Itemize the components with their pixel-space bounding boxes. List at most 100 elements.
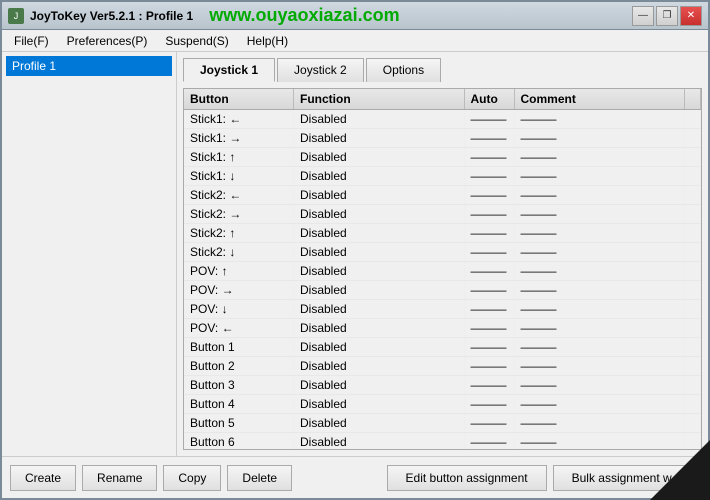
cell-button: Button 5 <box>184 414 294 432</box>
cell-button: Button 2 <box>184 357 294 375</box>
cell-function: Disabled <box>294 167 465 185</box>
cell-scroll <box>685 357 701 375</box>
table-row[interactable]: Button 3 Disabled ——— ——— <box>184 376 701 395</box>
cell-auto: ——— <box>465 186 515 204</box>
cell-auto: ——— <box>465 148 515 166</box>
bottom-right-buttons: Edit button assignmentBulk assignment w.… <box>387 465 700 491</box>
cell-function: Disabled <box>294 433 465 449</box>
bottom-bar: CreateRenameCopyDelete Edit button assig… <box>2 456 708 498</box>
cell-scroll <box>685 376 701 394</box>
tab-joystick1[interactable]: Joystick 1 <box>183 58 275 82</box>
cell-scroll <box>685 205 701 223</box>
cell-auto: ——— <box>465 433 515 449</box>
cell-button: POV: → <box>184 281 294 299</box>
table-row[interactable]: Stick2: → Disabled ——— ——— <box>184 205 701 224</box>
table-row[interactable]: Button 1 Disabled ——— ——— <box>184 338 701 357</box>
cell-scroll <box>685 300 701 318</box>
cell-scroll <box>685 167 701 185</box>
cell-auto: ——— <box>465 129 515 147</box>
col-auto: Auto <box>465 89 515 109</box>
cell-button: Stick1: ← <box>184 110 294 128</box>
table-row[interactable]: Stick2: ↓ Disabled ——— ——— <box>184 243 701 262</box>
cell-function: Disabled <box>294 414 465 432</box>
menu-suspend[interactable]: Suspend(S) <box>157 32 236 50</box>
table-row[interactable]: Button 5 Disabled ——— ——— <box>184 414 701 433</box>
cell-button: Stick1: → <box>184 129 294 147</box>
cell-auto: ——— <box>465 300 515 318</box>
col-function: Function <box>294 89 465 109</box>
edit-button[interactable]: Edit button assignment <box>387 465 547 491</box>
table-row[interactable]: POV: ↓ Disabled ——— ——— <box>184 300 701 319</box>
cell-comment: ——— <box>515 433 686 449</box>
cell-function: Disabled <box>294 186 465 204</box>
cell-button: Button 6 <box>184 433 294 449</box>
title-bar-left: J JoyToKey Ver5.2.1 : Profile 1 www.ouya… <box>8 5 400 26</box>
watermark: www.ouyaoxiazai.com <box>209 5 399 26</box>
cell-auto: ——— <box>465 243 515 261</box>
delete-button[interactable]: Delete <box>227 465 292 491</box>
cell-comment: ——— <box>515 395 686 413</box>
title-bar: J JoyToKey Ver5.2.1 : Profile 1 www.ouya… <box>2 2 708 30</box>
table-row[interactable]: POV: → Disabled ——— ——— <box>184 281 701 300</box>
cell-scroll <box>685 338 701 356</box>
tab-bar: Joystick 1 Joystick 2 Options <box>183 58 702 82</box>
cell-comment: ——— <box>515 205 686 223</box>
cell-auto: ——— <box>465 224 515 242</box>
cell-auto: ——— <box>465 395 515 413</box>
cell-button: Button 4 <box>184 395 294 413</box>
cell-auto: ——— <box>465 110 515 128</box>
table-header: Button Function Auto Comment <box>184 89 701 110</box>
tab-joystick2[interactable]: Joystick 2 <box>277 58 364 82</box>
col-comment: Comment <box>515 89 686 109</box>
window-title: JoyToKey Ver5.2.1 : Profile 1 <box>30 9 193 23</box>
cell-button: Stick2: → <box>184 205 294 223</box>
main-window: J JoyToKey Ver5.2.1 : Profile 1 www.ouya… <box>0 0 710 500</box>
table-row[interactable]: POV: ← Disabled ——— ——— <box>184 319 701 338</box>
col-button: Button <box>184 89 294 109</box>
cell-auto: ——— <box>465 376 515 394</box>
create-button[interactable]: Create <box>10 465 76 491</box>
menu-file[interactable]: File(F) <box>6 32 57 50</box>
table-row[interactable]: Button 4 Disabled ——— ——— <box>184 395 701 414</box>
button-table: Button Function Auto Comment Stick1: ← D… <box>183 88 702 450</box>
cell-auto: ——— <box>465 414 515 432</box>
table-row[interactable]: Stick1: → Disabled ——— ——— <box>184 129 701 148</box>
table-row[interactable]: Stick2: ← Disabled ——— ——— <box>184 186 701 205</box>
table-row[interactable]: Button 2 Disabled ——— ——— <box>184 357 701 376</box>
cell-button: Stick1: ↑ <box>184 148 294 166</box>
cell-comment: ——— <box>515 338 686 356</box>
cell-function: Disabled <box>294 281 465 299</box>
cell-scroll <box>685 243 701 261</box>
menu-help[interactable]: Help(H) <box>239 32 296 50</box>
cell-button: Button 1 <box>184 338 294 356</box>
cell-function: Disabled <box>294 110 465 128</box>
cell-auto: ——— <box>465 357 515 375</box>
cell-comment: ——— <box>515 186 686 204</box>
tab-options[interactable]: Options <box>366 58 441 82</box>
profile-item-1[interactable]: Profile 1 <box>6 56 172 76</box>
table-row[interactable]: POV: ↑ Disabled ——— ——— <box>184 262 701 281</box>
cell-comment: ——— <box>515 357 686 375</box>
cell-scroll <box>685 319 701 337</box>
close-button[interactable]: ✕ <box>680 6 702 26</box>
cell-scroll <box>685 110 701 128</box>
table-row[interactable]: Stick1: ↑ Disabled ——— ——— <box>184 148 701 167</box>
cell-button: POV: ← <box>184 319 294 337</box>
cell-comment: ——— <box>515 167 686 185</box>
table-row[interactable]: Stick1: ← Disabled ——— ——— <box>184 110 701 129</box>
cell-button: Stick2: ↑ <box>184 224 294 242</box>
cell-comment: ——— <box>515 224 686 242</box>
table-row[interactable]: Stick2: ↑ Disabled ——— ——— <box>184 224 701 243</box>
cell-auto: ——— <box>465 167 515 185</box>
table-row[interactable]: Button 6 Disabled ——— ——— <box>184 433 701 449</box>
menu-preferences[interactable]: Preferences(P) <box>59 32 156 50</box>
cell-function: Disabled <box>294 357 465 375</box>
cell-button: POV: ↓ <box>184 300 294 318</box>
table-row[interactable]: Stick1: ↓ Disabled ——— ——— <box>184 167 701 186</box>
cell-function: Disabled <box>294 395 465 413</box>
cell-comment: ——— <box>515 319 686 337</box>
rename-button[interactable]: Rename <box>82 465 157 491</box>
restore-button[interactable]: ❐ <box>656 6 678 26</box>
minimize-button[interactable]: — <box>632 6 654 26</box>
copy-button[interactable]: Copy <box>163 465 221 491</box>
